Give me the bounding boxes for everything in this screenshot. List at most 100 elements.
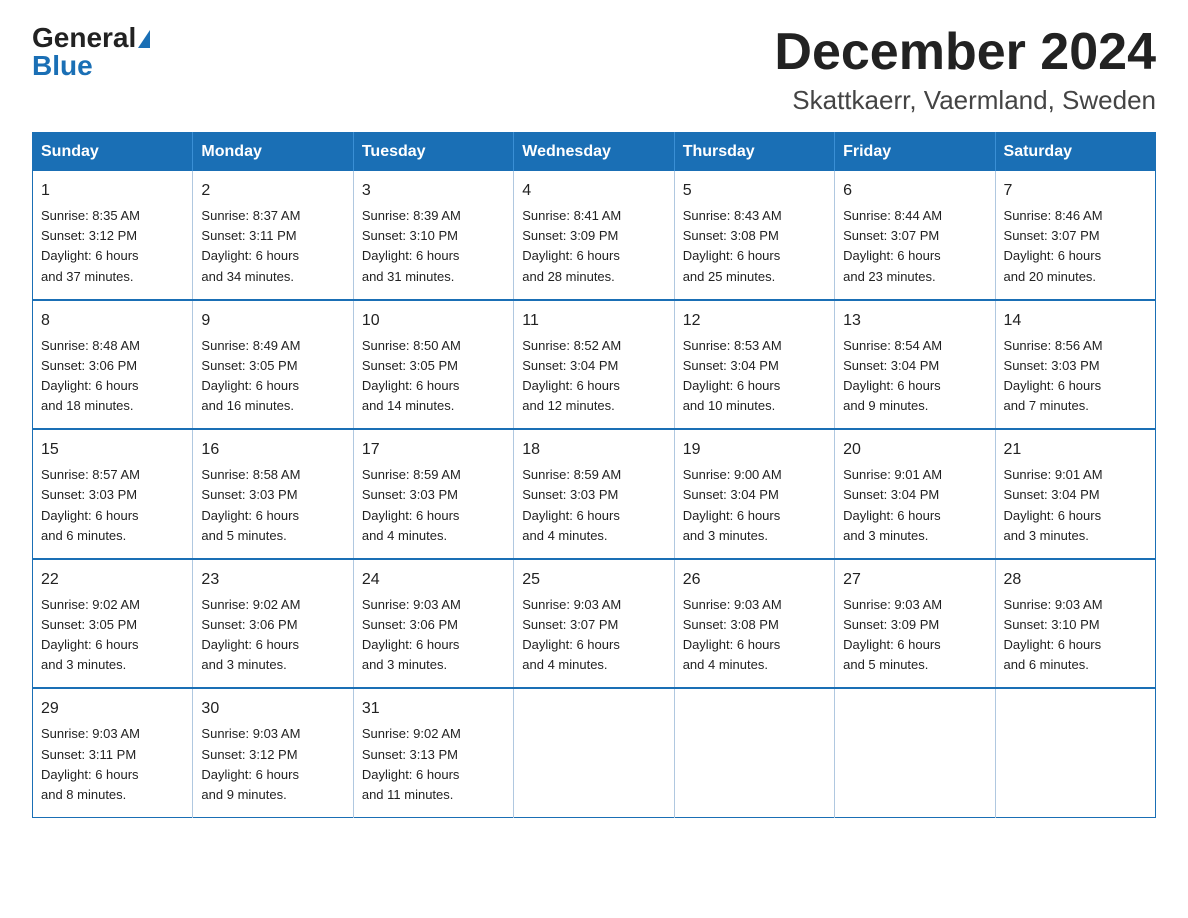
day-cell: 11 Sunrise: 8:52 AM Sunset: 3:04 PM Dayli…	[514, 300, 674, 430]
day-cell: 4 Sunrise: 8:41 AM Sunset: 3:09 PM Daylig…	[514, 171, 674, 300]
logo-general: General	[32, 24, 136, 52]
calendar-body: 1 Sunrise: 8:35 AM Sunset: 3:12 PM Daylig…	[33, 171, 1156, 817]
day-info: Sunrise: 8:48 AM Sunset: 3:06 PM Dayligh…	[41, 336, 184, 417]
day-number: 12	[683, 309, 826, 333]
day-info: Sunrise: 9:02 AM Sunset: 3:13 PM Dayligh…	[362, 724, 505, 805]
day-cell	[835, 688, 995, 817]
day-cell: 1 Sunrise: 8:35 AM Sunset: 3:12 PM Daylig…	[33, 171, 193, 300]
day-number: 7	[1004, 179, 1147, 203]
day-cell: 18Sunrise: 8:59 AM Sunset: 3:03 PM Dayli…	[514, 429, 674, 559]
day-info: Sunrise: 9:03 AM Sunset: 3:08 PM Dayligh…	[683, 595, 826, 676]
day-cell: 9 Sunrise: 8:49 AM Sunset: 3:05 PM Daylig…	[193, 300, 353, 430]
day-info: Sunrise: 8:57 AM Sunset: 3:03 PM Dayligh…	[41, 465, 184, 546]
day-cell: 3 Sunrise: 8:39 AM Sunset: 3:10 PM Daylig…	[353, 171, 513, 300]
day-info: Sunrise: 9:02 AM Sunset: 3:06 PM Dayligh…	[201, 595, 344, 676]
day-number: 24	[362, 568, 505, 592]
header-row: SundayMondayTuesdayWednesdayThursdayFrid…	[33, 133, 1156, 172]
logo-blue: Blue	[32, 52, 93, 80]
day-number: 10	[362, 309, 505, 333]
day-number: 29	[41, 697, 184, 721]
day-cell: 30 Sunrise: 9:03 AM Sunset: 3:12 PM Dayli…	[193, 688, 353, 817]
day-cell: 15Sunrise: 8:57 AM Sunset: 3:03 PM Dayli…	[33, 429, 193, 559]
day-number: 9	[201, 309, 344, 333]
day-cell: 24 Sunrise: 9:03 AM Sunset: 3:06 PM Dayli…	[353, 559, 513, 689]
day-info: Sunrise: 8:37 AM Sunset: 3:11 PM Dayligh…	[201, 206, 344, 287]
day-number: 6	[843, 179, 986, 203]
day-info: Sunrise: 8:39 AM Sunset: 3:10 PM Dayligh…	[362, 206, 505, 287]
day-number: 27	[843, 568, 986, 592]
day-number: 5	[683, 179, 826, 203]
day-info: Sunrise: 8:35 AM Sunset: 3:12 PM Dayligh…	[41, 206, 184, 287]
page-subtitle: Skattkaerr, Vaermland, Sweden	[774, 85, 1156, 116]
day-number: 22	[41, 568, 184, 592]
day-number: 17	[362, 438, 505, 462]
day-info: Sunrise: 9:03 AM Sunset: 3:12 PM Dayligh…	[201, 724, 344, 805]
day-number: 3	[362, 179, 505, 203]
day-info: Sunrise: 8:41 AM Sunset: 3:09 PM Dayligh…	[522, 206, 665, 287]
day-cell	[514, 688, 674, 817]
day-cell: 13Sunrise: 8:54 AM Sunset: 3:04 PM Dayli…	[835, 300, 995, 430]
calendar-header: SundayMondayTuesdayWednesdayThursdayFrid…	[33, 133, 1156, 172]
day-cell: 8Sunrise: 8:48 AM Sunset: 3:06 PM Daylig…	[33, 300, 193, 430]
day-cell: 26 Sunrise: 9:03 AM Sunset: 3:08 PM Dayli…	[674, 559, 834, 689]
title-block: December 2024 Skattkaerr, Vaermland, Swe…	[774, 24, 1156, 116]
day-info: Sunrise: 9:03 AM Sunset: 3:06 PM Dayligh…	[362, 595, 505, 676]
logo-flag-icon	[138, 30, 150, 48]
day-cell: 19Sunrise: 9:00 AM Sunset: 3:04 PM Dayli…	[674, 429, 834, 559]
day-cell: 20 Sunrise: 9:01 AM Sunset: 3:04 PM Dayli…	[835, 429, 995, 559]
day-cell: 23 Sunrise: 9:02 AM Sunset: 3:06 PM Dayli…	[193, 559, 353, 689]
day-number: 30	[201, 697, 344, 721]
day-info: Sunrise: 8:52 AM Sunset: 3:04 PM Dayligh…	[522, 336, 665, 417]
header-cell-friday: Friday	[835, 133, 995, 172]
calendar-table: SundayMondayTuesdayWednesdayThursdayFrid…	[32, 132, 1156, 818]
day-cell: 5 Sunrise: 8:43 AM Sunset: 3:08 PM Daylig…	[674, 171, 834, 300]
week-row-4: 22 Sunrise: 9:02 AM Sunset: 3:05 PM Dayli…	[33, 559, 1156, 689]
day-number: 31	[362, 697, 505, 721]
day-number: 16	[201, 438, 344, 462]
day-number: 2	[201, 179, 344, 203]
header-cell-sunday: Sunday	[33, 133, 193, 172]
day-info: Sunrise: 8:44 AM Sunset: 3:07 PM Dayligh…	[843, 206, 986, 287]
day-info: Sunrise: 9:03 AM Sunset: 3:07 PM Dayligh…	[522, 595, 665, 676]
day-cell: 27 Sunrise: 9:03 AM Sunset: 3:09 PM Dayli…	[835, 559, 995, 689]
day-number: 26	[683, 568, 826, 592]
day-number: 4	[522, 179, 665, 203]
day-info: Sunrise: 9:02 AM Sunset: 3:05 PM Dayligh…	[41, 595, 184, 676]
page-title: December 2024	[774, 24, 1156, 81]
day-cell	[674, 688, 834, 817]
day-cell: 16Sunrise: 8:58 AM Sunset: 3:03 PM Dayli…	[193, 429, 353, 559]
day-info: Sunrise: 9:03 AM Sunset: 3:09 PM Dayligh…	[843, 595, 986, 676]
day-cell	[995, 688, 1155, 817]
day-cell: 6 Sunrise: 8:44 AM Sunset: 3:07 PM Daylig…	[835, 171, 995, 300]
day-info: Sunrise: 8:59 AM Sunset: 3:03 PM Dayligh…	[362, 465, 505, 546]
day-number: 21	[1004, 438, 1147, 462]
day-info: Sunrise: 9:01 AM Sunset: 3:04 PM Dayligh…	[1004, 465, 1147, 546]
day-cell: 14 Sunrise: 8:56 AM Sunset: 3:03 PM Dayli…	[995, 300, 1155, 430]
day-number: 20	[843, 438, 986, 462]
day-cell: 7Sunrise: 8:46 AM Sunset: 3:07 PM Daylig…	[995, 171, 1155, 300]
page-header: General Blue December 2024 Skattkaerr, V…	[32, 24, 1156, 116]
day-info: Sunrise: 9:01 AM Sunset: 3:04 PM Dayligh…	[843, 465, 986, 546]
day-info: Sunrise: 8:54 AM Sunset: 3:04 PM Dayligh…	[843, 336, 986, 417]
day-number: 1	[41, 179, 184, 203]
header-cell-wednesday: Wednesday	[514, 133, 674, 172]
day-number: 14	[1004, 309, 1147, 333]
day-cell: 31 Sunrise: 9:02 AM Sunset: 3:13 PM Dayli…	[353, 688, 513, 817]
day-number: 11	[522, 309, 665, 333]
week-row-3: 15Sunrise: 8:57 AM Sunset: 3:03 PM Dayli…	[33, 429, 1156, 559]
day-number: 18	[522, 438, 665, 462]
day-info: Sunrise: 8:43 AM Sunset: 3:08 PM Dayligh…	[683, 206, 826, 287]
day-info: Sunrise: 8:56 AM Sunset: 3:03 PM Dayligh…	[1004, 336, 1147, 417]
day-cell: 22 Sunrise: 9:02 AM Sunset: 3:05 PM Dayli…	[33, 559, 193, 689]
day-info: Sunrise: 8:49 AM Sunset: 3:05 PM Dayligh…	[201, 336, 344, 417]
header-cell-monday: Monday	[193, 133, 353, 172]
day-cell: 12Sunrise: 8:53 AM Sunset: 3:04 PM Dayli…	[674, 300, 834, 430]
day-cell: 2 Sunrise: 8:37 AM Sunset: 3:11 PM Daylig…	[193, 171, 353, 300]
day-info: Sunrise: 9:00 AM Sunset: 3:04 PM Dayligh…	[683, 465, 826, 546]
week-row-5: 29Sunrise: 9:03 AM Sunset: 3:11 PM Dayli…	[33, 688, 1156, 817]
day-cell: 25Sunrise: 9:03 AM Sunset: 3:07 PM Dayli…	[514, 559, 674, 689]
day-cell: 17 Sunrise: 8:59 AM Sunset: 3:03 PM Dayli…	[353, 429, 513, 559]
day-cell: 10Sunrise: 8:50 AM Sunset: 3:05 PM Dayli…	[353, 300, 513, 430]
day-number: 23	[201, 568, 344, 592]
day-cell: 29Sunrise: 9:03 AM Sunset: 3:11 PM Dayli…	[33, 688, 193, 817]
